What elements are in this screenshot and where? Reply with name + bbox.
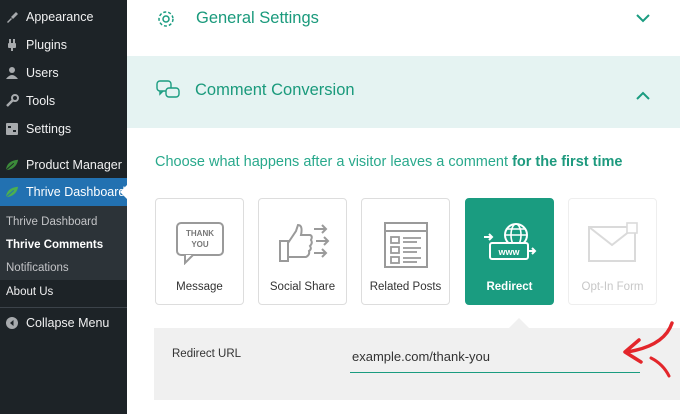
- menu-item-about-us[interactable]: About Us: [6, 286, 53, 298]
- www-redirect-icon: www: [466, 221, 553, 267]
- submenu-item-thrive-dashboard[interactable]: Thrive Dashboard: [6, 216, 97, 228]
- general-settings-title: General Settings: [196, 9, 319, 27]
- general-settings-header[interactable]: General Settings: [127, 0, 680, 57]
- option-label: Related Posts: [369, 281, 442, 293]
- plugins-icon: [5, 38, 19, 52]
- redirect-url-input[interactable]: [350, 345, 640, 373]
- menu-label: Product Manager: [26, 158, 122, 172]
- menu-item-tools[interactable]: Tools: [0, 87, 127, 115]
- menu-label: Plugins: [26, 38, 67, 52]
- tools-icon: [5, 94, 19, 108]
- appearance-icon: [5, 10, 19, 24]
- menu-label: Appearance: [26, 10, 94, 24]
- envelope-form-icon: [569, 221, 656, 263]
- option-card-message[interactable]: THANK YOU Message: [155, 198, 244, 305]
- menu-label: Users: [26, 66, 59, 80]
- option-label: Message: [176, 281, 223, 293]
- menu-item-product-manager[interactable]: Product Manager: [0, 151, 127, 179]
- option-card-social-share[interactable]: Social Share: [258, 198, 347, 305]
- chevron-up-icon[interactable]: [635, 89, 651, 107]
- annotation-arrow-icon: [623, 321, 674, 378]
- submenu: Thrive Dashboard Thrive Comments Notific…: [0, 206, 127, 280]
- gear-icon: [155, 8, 177, 35]
- main-content: General Settings Comment Conversion Choo…: [127, 0, 680, 414]
- option-label: Social Share: [269, 281, 336, 293]
- related-posts-page-icon: [362, 221, 449, 269]
- settings-icon: [5, 122, 19, 136]
- collapse-arrow-icon: [5, 316, 19, 330]
- choice-prompt: Choose what happens after a visitor leav…: [155, 154, 623, 170]
- leaf-icon: [5, 185, 19, 199]
- svg-text:YOU: YOU: [191, 240, 209, 249]
- option-card-redirect[interactable]: www Redirect: [465, 198, 554, 305]
- chevron-down-icon[interactable]: [635, 11, 651, 29]
- menu-label: Settings: [26, 122, 72, 136]
- option-card-related-posts[interactable]: Related Posts: [361, 198, 450, 305]
- submenu-item-notifications[interactable]: Notifications: [6, 262, 69, 274]
- leaf-icon: [5, 158, 19, 172]
- admin-sidebar: Appearance Plugins Users Tools Settings …: [0, 0, 127, 414]
- menu-item-settings[interactable]: Settings: [0, 115, 127, 143]
- submenu-item-thrive-comments[interactable]: Thrive Comments: [6, 239, 103, 251]
- menu-item-users[interactable]: Users: [0, 59, 127, 87]
- thumbs-up-share-icon: [259, 221, 346, 265]
- comment-conversion-header[interactable]: Comment Conversion: [127, 56, 680, 128]
- option-label: Opt-In Form: [581, 281, 644, 293]
- redirect-url-panel: Redirect URL: [154, 318, 680, 400]
- option-label: Redirect: [486, 281, 533, 293]
- option-card-opt-in-form[interactable]: Opt-In Form: [568, 198, 657, 305]
- svg-text:www: www: [497, 247, 520, 257]
- svg-text:THANK: THANK: [186, 229, 214, 238]
- menu-label: Thrive Dashboard: [26, 185, 126, 199]
- menu-label: Collapse Menu: [26, 316, 110, 330]
- divider: [0, 307, 127, 308]
- menu-item-appearance[interactable]: Appearance: [0, 3, 127, 31]
- thank-you-bubble-icon: THANK YOU: [156, 221, 243, 265]
- menu-label: Tools: [26, 94, 56, 108]
- redirect-url-label: Redirect URL: [172, 348, 242, 360]
- menu-item-thrive-dashboard[interactable]: Thrive Dashboard: [0, 178, 127, 206]
- users-icon: [5, 66, 19, 80]
- menu-item-plugins[interactable]: Plugins: [0, 31, 127, 59]
- collapse-menu-button[interactable]: Collapse Menu: [0, 309, 127, 337]
- comment-bubbles-icon: [156, 80, 180, 107]
- comment-conversion-title: Comment Conversion: [195, 81, 355, 99]
